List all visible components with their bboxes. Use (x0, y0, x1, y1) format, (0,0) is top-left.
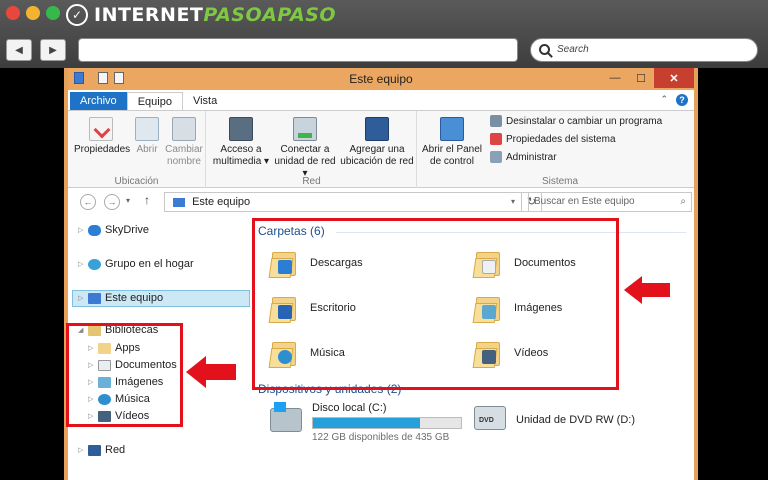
red-arrow-left-icon-2 (186, 356, 236, 388)
tab-equipo[interactable]: Equipo (126, 92, 183, 110)
system-properties-icon (490, 133, 502, 145)
homegroup-icon (88, 258, 101, 270)
ribbon-group-ubicacion: Propiedades Abrir Cambiar nombre Ubicaci… (68, 111, 206, 189)
administrar-button[interactable]: Administrar (490, 151, 557, 163)
network-icon (88, 444, 101, 456)
rename-icon (172, 117, 196, 141)
abrir-button[interactable]: Abrir (132, 115, 162, 156)
control-panel-icon (440, 117, 464, 141)
propiedades-sistema-button[interactable]: Propiedades del sistema (490, 133, 616, 145)
nav-red[interactable]: ▷ Red (78, 442, 125, 458)
drive-usage-fill (313, 418, 420, 428)
tab-vista[interactable]: Vista (183, 92, 227, 110)
close-icon[interactable]: ✕ (654, 68, 694, 88)
window-title: Este equipo (349, 72, 413, 86)
ribbon-group-red: Acceso a multimedia ▾ Conectar a unidad … (207, 111, 417, 189)
agregar-ubicacion-button[interactable]: Agregar una ubicación de red (339, 115, 415, 168)
open-icon (135, 117, 159, 141)
address-row: ← → ▾ ↑ Este equipo ▾ ↻ Buscar en Este e… (68, 188, 694, 216)
url-bar[interactable] (78, 38, 518, 62)
acceso-multimedia-button[interactable]: Acceso a multimedia ▾ (211, 115, 271, 168)
maximize-icon[interactable]: ☐ (628, 68, 654, 88)
uninstall-icon (490, 115, 502, 127)
drive-usage-bar (312, 417, 462, 429)
cloud-icon (88, 224, 101, 236)
drive-name: Unidad de DVD RW (D:) (516, 414, 635, 426)
zoom-dot-icon[interactable] (46, 6, 60, 20)
tab-archivo[interactable]: Archivo (70, 92, 127, 110)
forward-button[interactable]: ▶ (40, 39, 66, 61)
properties-icon (89, 117, 113, 141)
ribbon-group-label: Sistema (541, 176, 579, 187)
logo-text-accent: PASOAPASO (203, 4, 337, 26)
minimize-dot-icon[interactable] (26, 6, 40, 20)
hard-drive-icon (270, 402, 302, 432)
panel-control-button[interactable]: Abrir el Panel de control (420, 115, 484, 168)
forward-arrow-icon[interactable]: → (104, 194, 120, 210)
explorer-search-input[interactable]: Buscar en Este equipo ⌕ (528, 192, 692, 212)
recent-dropdown-icon[interactable]: ▾ (126, 196, 130, 205)
logo-icon: ✓ (66, 4, 88, 26)
network-drive-icon (293, 117, 317, 141)
ribbon-tabs: Archivo Equipo Vista ⌃ ? (68, 90, 694, 110)
conectar-unidad-button[interactable]: Conectar a unidad de red ▾ (273, 115, 337, 180)
address-dropdown-icon[interactable]: ▾ (511, 193, 515, 211)
close-dot-icon[interactable] (6, 6, 20, 20)
title-bar: Este equipo — ☐ ✕ (68, 68, 694, 90)
collapse-ribbon-icon[interactable]: ⌃ (660, 94, 668, 105)
drive-free-space: 122 GB disponibles de 435 GB (312, 432, 450, 443)
site-logo: ✓ INTERNETPASOAPASO (66, 3, 336, 27)
address-bar[interactable]: Este equipo ▾ (164, 192, 522, 212)
propiedades-button[interactable]: Propiedades (74, 115, 130, 156)
drive-d[interactable]: DVD Unidad de DVD RW (D:) (474, 402, 635, 430)
address-path: Este equipo (192, 196, 251, 208)
ribbon-group-label: Ubicación (114, 176, 159, 187)
highlight-box-libraries (66, 323, 183, 427)
logo-text-main: INTERNET (94, 4, 204, 26)
help-icon[interactable]: ? (676, 94, 688, 106)
search-icon: ⌕ (680, 196, 686, 207)
manage-icon (490, 151, 502, 163)
minimize-icon[interactable]: — (602, 68, 628, 88)
background-strip (698, 68, 768, 480)
ribbon-group-sistema: Abrir el Panel de control Desinstalar o … (418, 111, 702, 189)
add-network-location-icon (365, 117, 389, 141)
back-arrow-icon[interactable]: ← (80, 194, 96, 210)
media-server-icon (229, 117, 253, 141)
search-icon (539, 44, 550, 55)
highlight-box-folders (252, 218, 619, 390)
nav-este-equipo[interactable]: ▷ Este equipo (78, 290, 163, 306)
ribbon: Propiedades Abrir Cambiar nombre Ubicaci… (68, 110, 694, 189)
nav-skydrive[interactable]: ▷ SkyDrive (78, 222, 149, 238)
computer-icon (173, 197, 185, 207)
desinstalar-button[interactable]: Desinstalar o cambiar un programa (490, 115, 662, 127)
back-button[interactable]: ◀ (6, 39, 32, 61)
drive-name: Disco local (C:) (312, 402, 387, 414)
dvd-drive-icon: DVD (474, 406, 506, 430)
nav-grupo-hogar[interactable]: ▷ Grupo en el hogar (78, 256, 194, 272)
browser-search-input[interactable]: Search (530, 38, 758, 62)
computer-icon (88, 292, 101, 304)
browser-chrome: ✓ INTERNETPASOAPASO ◀ ▶ Search (0, 0, 768, 68)
drive-c[interactable]: Disco local (C:) 122 GB disponibles de 4… (270, 402, 462, 443)
ribbon-group-label: Red (302, 176, 321, 187)
up-arrow-icon[interactable]: ↑ (144, 193, 150, 207)
red-arrow-left-icon (624, 276, 670, 304)
cambiar-nombre-button[interactable]: Cambiar nombre (164, 115, 204, 168)
